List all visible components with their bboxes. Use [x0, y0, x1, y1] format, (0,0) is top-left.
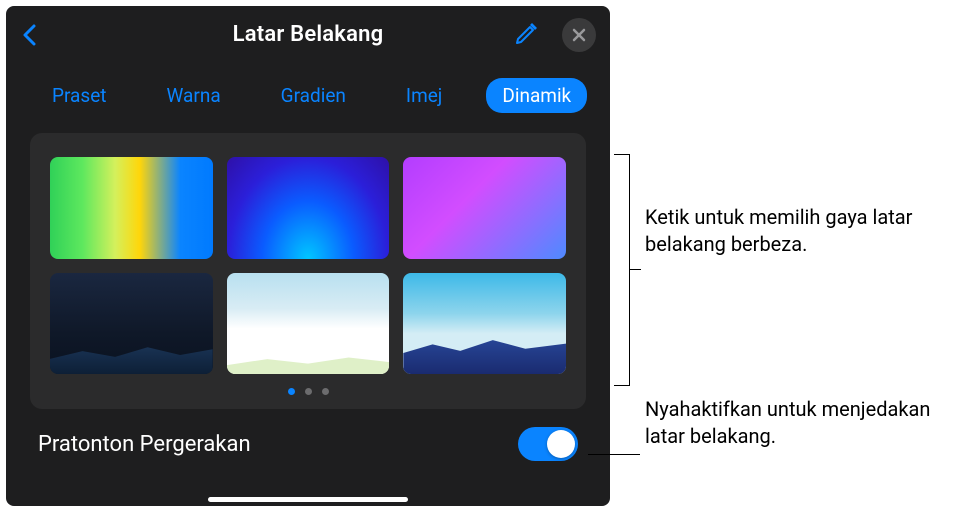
thumbnail-grid [50, 157, 566, 374]
dynamic-bg-thumb-2[interactable] [227, 157, 390, 259]
tab-dinamik[interactable]: Dinamik [486, 78, 587, 113]
style-tabs: Praset Warna Gradien Imej Dinamik [6, 62, 610, 133]
home-indicator-icon[interactable] [208, 497, 408, 502]
callout-leader-icon [588, 454, 640, 455]
page-dot-2[interactable] [305, 388, 312, 395]
tab-imej[interactable]: Imej [390, 78, 458, 113]
dynamic-bg-thumb-1[interactable] [50, 157, 213, 259]
tab-gradien[interactable]: Gradien [265, 78, 362, 113]
background-panel: Latar Belakang Praset Warna Gradien Imej… [6, 6, 610, 506]
page-dots [50, 374, 566, 401]
callout-tabs: Ketik untuk memilih gaya latar belakang … [645, 204, 945, 258]
toggle-knob-icon [547, 430, 575, 458]
callout-bracket-stem-icon [629, 269, 641, 270]
close-button[interactable] [562, 18, 596, 52]
page-dot-1[interactable] [288, 388, 295, 395]
callout-bracket-icon [614, 154, 630, 386]
tab-warna[interactable]: Warna [151, 78, 237, 113]
panel-title: Latar Belakang [233, 22, 384, 47]
eyedropper-icon[interactable] [512, 20, 542, 50]
callout-toggle: Nyahaktifkan untuk menjedakan latar bela… [645, 396, 945, 450]
motion-preview-label: Pratonton Pergerakan [38, 432, 251, 457]
dynamic-bg-thumb-4[interactable] [50, 273, 213, 375]
panel-header: Latar Belakang [6, 6, 610, 62]
dynamic-bg-thumb-6[interactable] [403, 273, 566, 375]
motion-preview-toggle[interactable] [518, 427, 578, 461]
thumbnail-area [30, 133, 586, 409]
back-chevron-icon[interactable] [22, 24, 36, 46]
page-dot-3[interactable] [322, 388, 329, 395]
close-icon [572, 28, 586, 42]
tab-praset[interactable]: Praset [36, 78, 123, 113]
dynamic-bg-thumb-5[interactable] [227, 273, 390, 375]
dynamic-bg-thumb-3[interactable] [403, 157, 566, 259]
motion-preview-row: Pratonton Pergerakan [6, 409, 610, 461]
